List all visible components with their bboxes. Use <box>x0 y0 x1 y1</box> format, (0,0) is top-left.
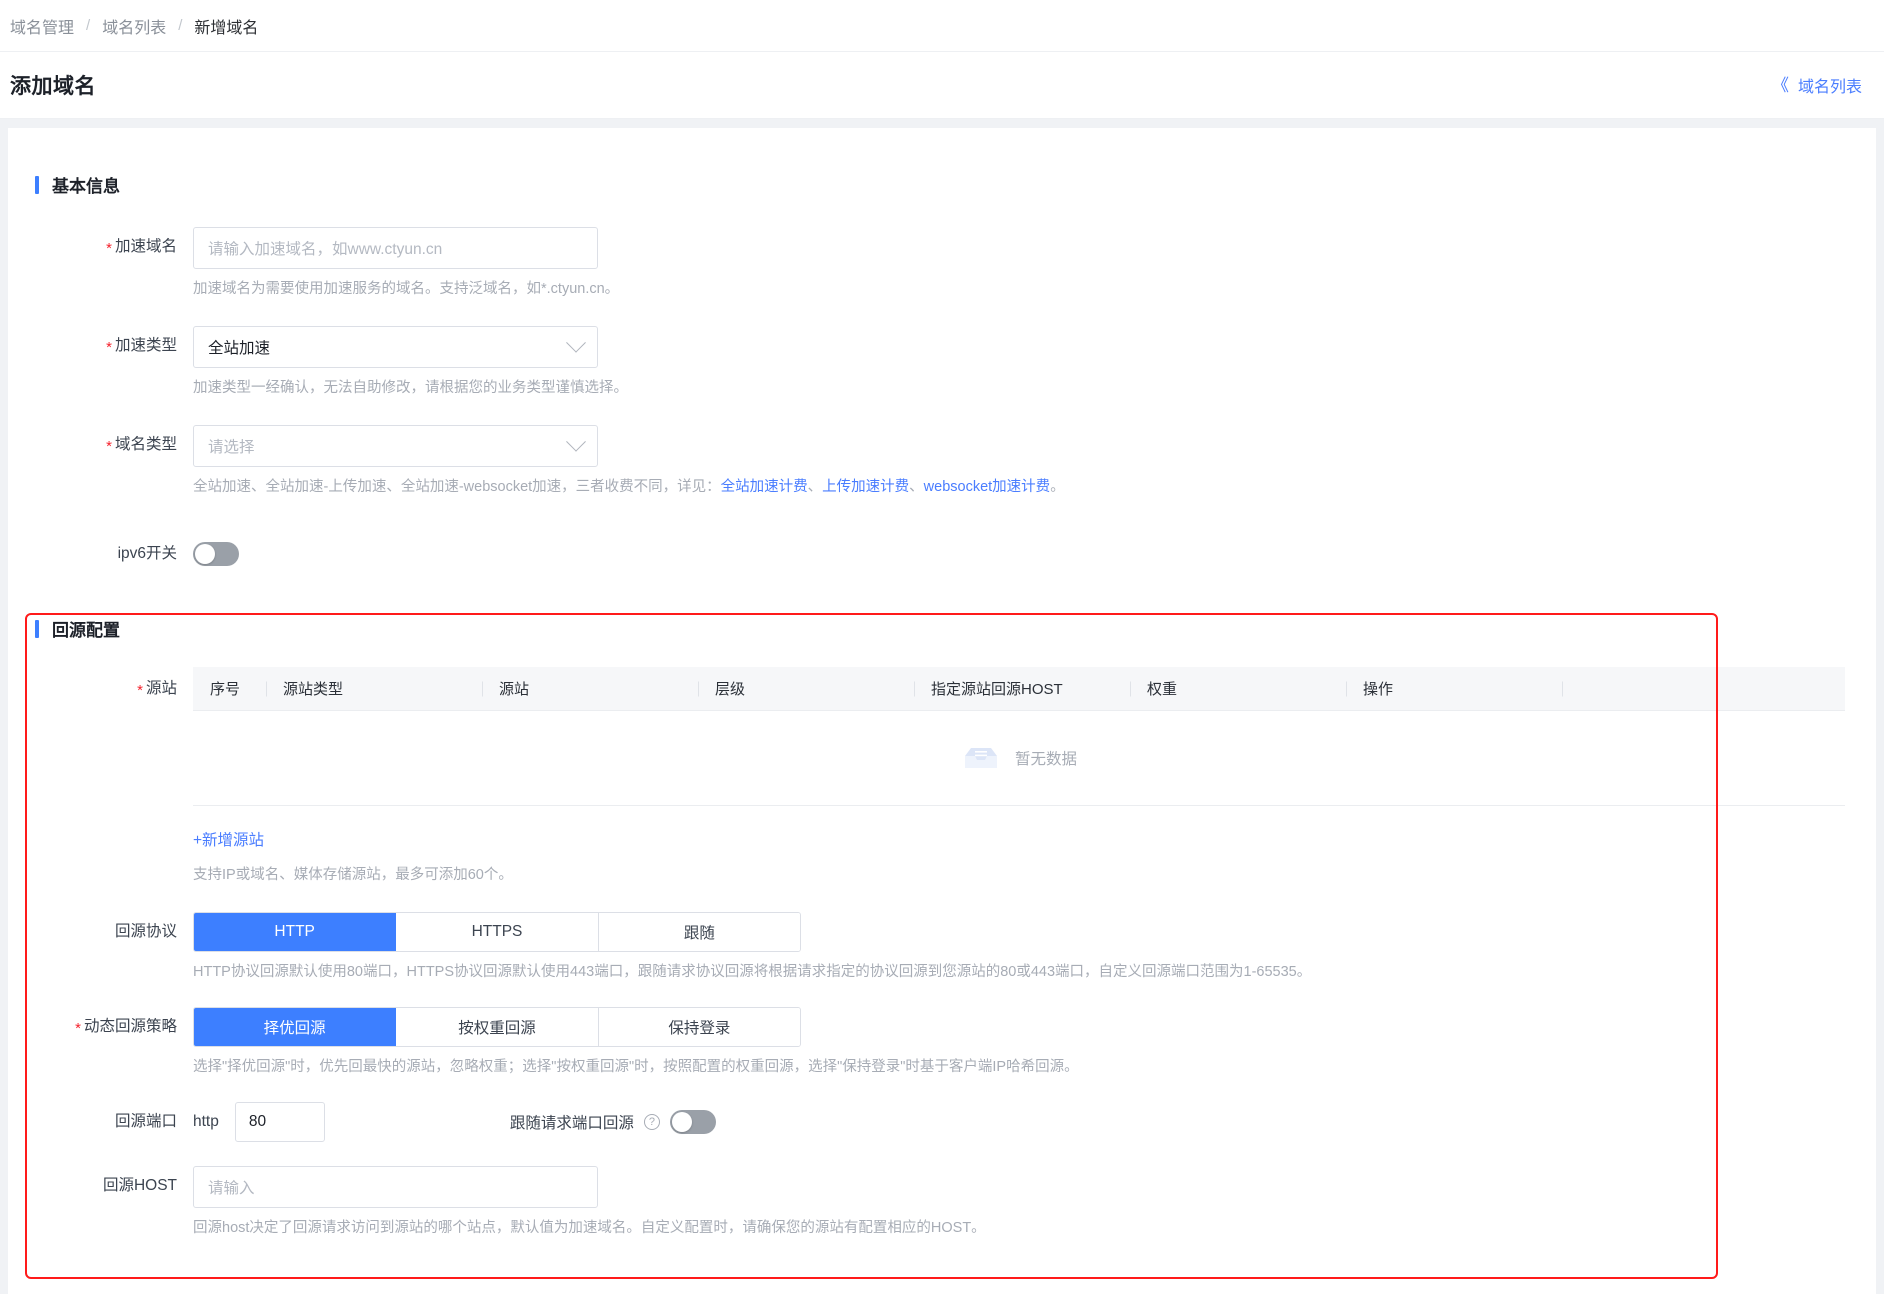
follow-request-port-toggle[interactable] <box>669 1110 716 1134</box>
domain-type-hint-prefix: 全站加速、全站加速-上传加速、全站加速-websocket加速，三者收费不同，详… <box>193 479 721 495</box>
domain-type-hint: 全站加速、全站加速-上传加速、全站加速-websocket加速，三者收费不同，详… <box>193 476 1876 498</box>
accel-type-value: 全站加速 <box>208 340 271 357</box>
field-row-origin-port: 回源端口 http 80 跟随请求端口回源 ? <box>8 1102 1876 1142</box>
section-origin-config-title: 回源配置 <box>52 621 120 640</box>
label-origin: 源站 <box>8 667 193 711</box>
section-basic-info-header: 基本信息 <box>8 172 1876 197</box>
domain-type-select[interactable]: 请选择 <box>193 425 598 467</box>
th-weight: 权重 <box>1130 678 1346 699</box>
field-row-accel-type: 加速类型 全站加速 加速类型一经确认，无法自助修改，请根据您的业务类型谨慎选择。 <box>8 326 1876 399</box>
field-row-ipv6: ipv6开关 <box>8 534 1876 574</box>
double-chevron-left-icon: 《 <box>1771 75 1789 95</box>
chevron-down-icon <box>566 332 586 353</box>
dynamic-policy-segmented: 择优回源 按权重回源 保持登录 <box>193 1007 801 1047</box>
domain-type-value: 请选择 <box>208 439 255 456</box>
field-row-origin-host: 回源HOST 请输入 回源host决定了回源请求访问到源站的哪个站点，默认值为加… <box>8 1166 1876 1239</box>
empty-box-icon <box>964 748 997 768</box>
breadcrumb-separator: / <box>178 17 183 34</box>
section-origin-config-header: 回源配置 <box>8 616 1876 641</box>
table-header-row: 序号 源站类型 源站 层级 指定源站回源HOST 权重 操作 <box>193 667 1845 711</box>
origin-protocol-option-follow[interactable]: 跟随 <box>598 913 800 951</box>
origin-host-hint: 回源host决定了回源请求访问到源站的哪个站点，默认值为加速域名。自定义配置时，… <box>193 1220 986 1236</box>
th-level: 层级 <box>698 678 914 699</box>
domain-type-hint-suffix: 。 <box>1050 479 1065 495</box>
dynamic-policy-option-best[interactable]: 择优回源 <box>194 1008 397 1046</box>
breadcrumb-separator: / <box>86 17 91 34</box>
origin-protocol-hint: HTTP协议回源默认使用80端口，HTTPS协议回源默认使用443端口，跟随请求… <box>193 964 1312 980</box>
page-header: 添加域名 《 域名列表 <box>0 52 1884 119</box>
ipv6-toggle[interactable] <box>193 542 239 566</box>
field-row-dynamic-policy: 动态回源策略 择优回源 按权重回源 保持登录 选择"择优回源"时，优先回最快的源… <box>8 1007 1876 1078</box>
table-empty-state: 暂无数据 <box>193 711 1845 806</box>
origin-table: 序号 源站类型 源站 层级 指定源站回源HOST 权重 操作 暂无数据 <box>193 667 1845 806</box>
section-basic-info-title: 基本信息 <box>52 177 120 196</box>
th-origin: 源站 <box>482 678 698 699</box>
follow-request-port-label: 跟随请求端口回源 <box>509 1115 634 1132</box>
accel-type-hint: 加速类型一经确认，无法自助修改，请根据您的业务类型谨慎选择。 <box>193 380 628 396</box>
form-card: 基本信息 加速域名 请输入加速域名，如www.ctyun.cn 加速域名为需要使… <box>8 128 1876 1294</box>
dynamic-policy-option-session[interactable]: 保持登录 <box>598 1008 800 1046</box>
chevron-down-icon <box>566 431 586 452</box>
th-origin-host: 指定源站回源HOST <box>914 678 1130 699</box>
page-root: 域名管理 / 域名列表 / 新增域名 添加域名 《 域名列表 基本信息 加速域名… <box>0 0 1884 1294</box>
label-origin-host: 回源HOST <box>102 1177 177 1194</box>
section-accent-bar <box>35 175 39 194</box>
label-domain-type: 域名类型 <box>8 425 193 465</box>
origin-protocol-segmented: HTTP HTTPS 跟随 <box>193 912 801 952</box>
label-origin-port: 回源端口 <box>114 1113 177 1130</box>
toggle-knob <box>195 544 215 564</box>
label-accel-domain: 加速域名 <box>8 227 193 267</box>
field-row-origin-protocol: 回源协议 HTTP HTTPS 跟随 HTTP协议回源默认使用80端口，HTTP… <box>8 912 1876 983</box>
label-dynamic-policy: 动态回源策略 <box>8 1007 193 1047</box>
hint-sep-1: 、 <box>807 479 823 495</box>
dynamic-policy-hint: 选择"择优回源"时，优先回最快的源站，忽略权重；选择"按权重回源"时，按照配置的… <box>193 1059 1079 1075</box>
th-origin-type: 源站类型 <box>266 678 482 699</box>
origin-protocol-option-https[interactable]: HTTPS <box>396 913 599 951</box>
accel-type-select[interactable]: 全站加速 <box>193 326 598 368</box>
origin-protocol-option-http[interactable]: HTTP <box>194 913 397 951</box>
breadcrumb-item-add-domain: 新增域名 <box>194 19 259 37</box>
label-accel-type: 加速类型 <box>8 326 193 366</box>
question-circle-icon[interactable]: ? <box>643 1114 660 1130</box>
field-row-domain-type: 域名类型 请选择 全站加速、全站加速-上传加速、全站加速-websocket加速… <box>8 425 1876 498</box>
breadcrumb-item-domain-manage[interactable]: 域名管理 <box>10 14 74 38</box>
hint-sep-2: 、 <box>909 479 924 495</box>
section-accent-bar <box>35 619 39 638</box>
th-actions: 操作 <box>1346 678 1562 699</box>
label-ipv6-switch: ipv6开关 <box>117 545 177 562</box>
label-origin-protocol: 回源协议 <box>114 923 177 940</box>
link-upload-billing[interactable]: 上传加速计费 <box>822 479 909 495</box>
back-to-domain-list-link[interactable]: 《 域名列表 <box>1772 73 1862 97</box>
origin-port-input[interactable]: 80 <box>234 1102 325 1142</box>
link-websocket-billing[interactable]: websocket加速计费 <box>924 479 1051 495</box>
breadcrumb: 域名管理 / 域名列表 / 新增域名 <box>0 0 1884 52</box>
accel-domain-input[interactable]: 请输入加速域名，如www.ctyun.cn <box>193 227 598 269</box>
toggle-knob <box>671 1112 692 1132</box>
link-fullsite-billing[interactable]: 全站加速计费 <box>721 479 808 495</box>
th-index: 序号 <box>210 681 241 698</box>
dynamic-policy-option-weight[interactable]: 按权重回源 <box>396 1008 599 1046</box>
page-title: 添加域名 <box>10 75 96 98</box>
accel-domain-hint: 加速域名为需要使用加速服务的域名。支持泛域名，如*.ctyun.cn。 <box>193 281 620 297</box>
add-origin-link[interactable]: +新增源站 <box>193 828 264 850</box>
origin-port-protocol-text: http <box>193 1113 219 1130</box>
origin-host-input[interactable]: 请输入 <box>193 1166 598 1208</box>
empty-state-text: 暂无数据 <box>1014 751 1077 768</box>
origin-table-hint: 支持IP或域名、媒体存储源站，最多可添加60个。 <box>193 867 513 883</box>
breadcrumb-item-domain-list[interactable]: 域名列表 <box>102 14 166 38</box>
field-row-origin-table: 源站 序号 源站类型 源站 层级 指定源站回源HOST 权重 操作 <box>8 667 1876 886</box>
field-row-accel-domain: 加速域名 请输入加速域名，如www.ctyun.cn 加速域名为需要使用加速服务… <box>8 227 1876 300</box>
back-link-label: 域名列表 <box>1797 79 1862 96</box>
